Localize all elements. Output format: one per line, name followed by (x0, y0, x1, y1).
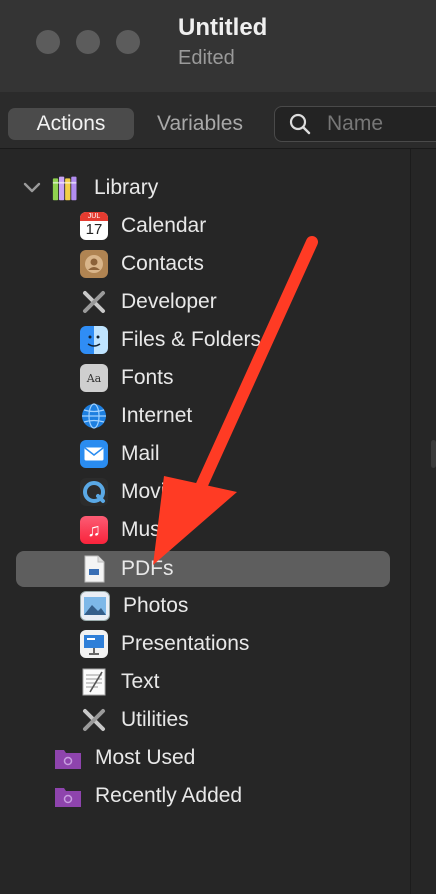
calendar-month: JUL (80, 212, 108, 221)
sidebar-item-pdfs[interactable]: PDFs (16, 551, 390, 587)
music-icon: ♫ (80, 516, 108, 544)
calendar-icon: JUL 17 (80, 212, 108, 240)
smart-folder-icon (54, 744, 82, 772)
window-subtitle: Edited (178, 47, 235, 69)
finder-icon (80, 326, 108, 354)
presentation-icon (80, 630, 108, 658)
sidebar-item-most-used[interactable]: Most Used (54, 742, 195, 774)
sidebar-item-label: Developer (121, 290, 217, 313)
zoom-window-button[interactable] (116, 30, 140, 54)
sidebar-item-label: Presentations (121, 632, 250, 655)
sidebar-item-label: Most Used (95, 746, 196, 769)
sidebar-item-utilities[interactable]: Utilities (80, 704, 189, 736)
sidebar-item-movies[interactable]: Movies (80, 476, 188, 508)
internet-globe-icon (80, 402, 108, 430)
sidebar-item-label: Calendar (121, 214, 207, 237)
sidebar-item-files-folders[interactable]: Files & Folders (80, 324, 261, 356)
sidebar-item-text[interactable]: Text (80, 666, 160, 698)
pdf-document-icon (80, 555, 108, 583)
library-books-icon (52, 174, 80, 202)
sidebar-item-label: Library (94, 176, 159, 199)
fonts-icon: Aa (80, 364, 108, 392)
sidebar-item-internet[interactable]: Internet (80, 400, 192, 432)
tab-actions[interactable]: Actions (8, 108, 134, 140)
sidebar-item-label: Movies (121, 480, 188, 503)
sidebar-item-library[interactable]: Library (52, 172, 158, 204)
mail-icon (80, 440, 108, 468)
sidebar-item-photos[interactable]: Photos (80, 590, 188, 622)
sidebar-item-label: Mail (121, 442, 160, 465)
search-field[interactable]: Name (274, 106, 436, 142)
quicktime-icon (80, 478, 108, 506)
splitter-handle[interactable] (431, 440, 436, 468)
action-list-pane (411, 149, 436, 894)
sidebar-item-label: Files & Folders (121, 328, 262, 351)
sidebar-item-label: PDFs (121, 557, 174, 580)
library-toolbar: Actions Variables Name (0, 92, 436, 149)
utilities-tools-icon (80, 706, 108, 734)
sidebar-item-label: Fonts (121, 366, 174, 389)
title-bar: Untitled Edited (0, 0, 436, 93)
developer-tools-icon (80, 288, 108, 316)
contacts-icon (80, 250, 108, 278)
sidebar-item-label: Contacts (121, 252, 204, 275)
sidebar-item-label: Music (121, 518, 176, 541)
sidebar-item-developer[interactable]: Developer (80, 286, 217, 318)
sidebar-item-label: Photos (123, 594, 189, 617)
close-window-button[interactable] (36, 30, 60, 54)
photos-icon (80, 591, 110, 621)
chevron-down-icon[interactable] (22, 180, 42, 196)
calendar-day: 17 (85, 221, 103, 238)
sidebar-item-label: Internet (121, 404, 193, 427)
text-document-icon (80, 668, 108, 696)
sidebar-item-music[interactable]: ♫ Music (80, 514, 176, 546)
search-placeholder: Name (327, 112, 384, 135)
smart-folder-icon (54, 782, 82, 810)
sidebar-item-calendar[interactable]: JUL 17 Calendar (80, 210, 206, 242)
search-icon (289, 113, 311, 135)
minimize-window-button[interactable] (76, 30, 100, 54)
sidebar-item-mail[interactable]: Mail (80, 438, 160, 470)
sidebar-item-recently-added[interactable]: Recently Added (54, 780, 242, 812)
sidebar-item-presentations[interactable]: Presentations (80, 628, 249, 660)
sidebar-item-label: Utilities (121, 708, 189, 731)
sidebar-item-label: Recently Added (95, 784, 243, 807)
sidebar-item-fonts[interactable]: Aa Fonts (80, 362, 174, 394)
window-title: Untitled (178, 14, 268, 41)
sidebar-item-label: Text (121, 670, 160, 693)
tab-variables[interactable]: Variables (140, 108, 260, 140)
sidebar-item-contacts[interactable]: Contacts (80, 248, 204, 280)
